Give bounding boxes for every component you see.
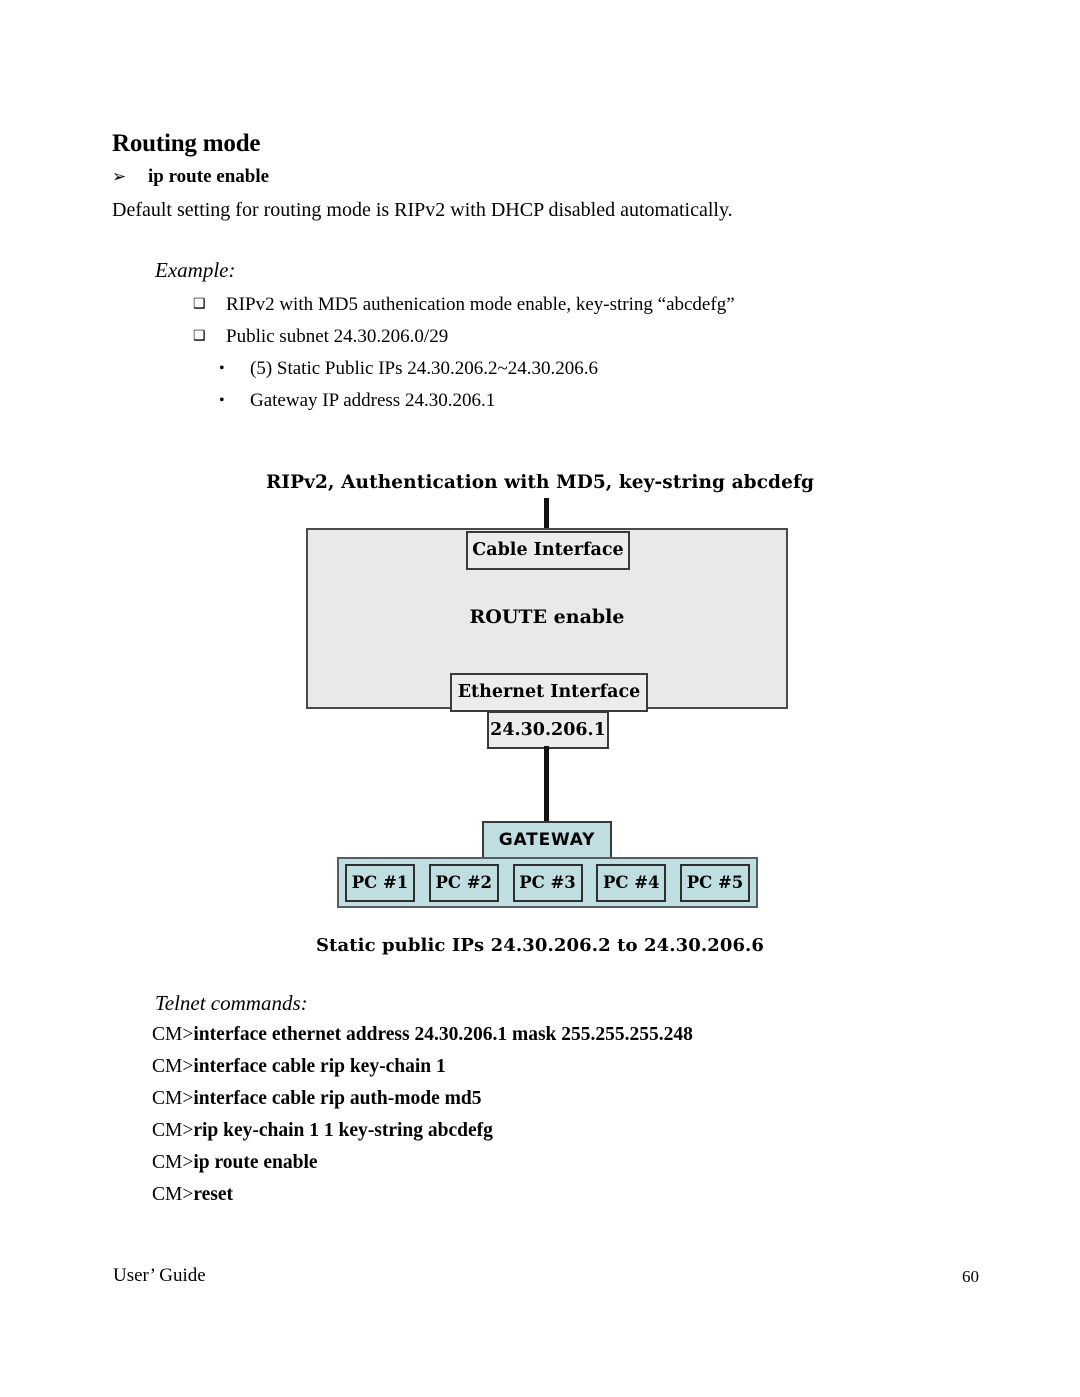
cable-connector-line — [544, 498, 549, 531]
square-bullet-icon: ❑ — [193, 329, 206, 344]
telnet-command-line: CM>ip route enable — [152, 1152, 318, 1174]
pc-box: PC #2 — [428, 863, 499, 902]
intro-paragraph: Default setting for routing mode is RIPv… — [112, 199, 733, 221]
telnet-prompt: CM> — [152, 1152, 194, 1173]
pc-box: PC #5 — [680, 863, 750, 902]
telnet-command-text: interface ethernet address 24.30.206.1 m… — [193, 1024, 693, 1045]
telnet-command-line: CM>rip key-chain 1 1 key-string abcdefg — [152, 1120, 493, 1142]
telnet-prompt: CM> — [152, 1088, 194, 1109]
page-title: Routing mode — [112, 130, 261, 157]
arrow-bullet-label: ip route enable — [148, 166, 270, 187]
arrow-bullet-item: ➢ ip route enable — [112, 166, 269, 188]
list-item: ❑ RIPv2 with MD5 authenication mode enabl… — [193, 294, 735, 316]
telnet-command-line: CM>interface cable rip key-chain 1 — [152, 1056, 446, 1078]
diagram-title: RIPv2, Authentication with MD5, key-stri… — [265, 472, 815, 493]
telnet-command-text: ip route enable — [193, 1152, 318, 1173]
arrow-bullet-icon: ➢ — [112, 167, 127, 186]
telnet-prompt: CM> — [152, 1024, 194, 1045]
telnet-command-text: reset — [193, 1184, 234, 1205]
route-enable-label: ROUTE enable — [469, 606, 625, 628]
cable-interface-box: Cable Interface — [466, 531, 630, 570]
list-item-text: (5) Static Public IPs 24.30.206.2~24.30.… — [250, 358, 599, 379]
list-item-text: Public subnet 24.30.206.0/29 — [226, 326, 449, 347]
telnet-prompt: CM> — [152, 1184, 194, 1205]
square-bullet-icon: ❑ — [193, 297, 206, 312]
pc-box: PC #4 — [596, 863, 667, 902]
list-item: • (5) Static Public IPs 24.30.206.2~24.30… — [219, 358, 598, 380]
footer-text: User’ Guide — [113, 1265, 206, 1286]
list-item: ❑ Public subnet 24.30.206.0/29 — [193, 326, 448, 348]
lan-connector-line — [544, 746, 549, 824]
telnet-command-text: interface cable rip key-chain 1 — [193, 1056, 446, 1077]
dot-bullet-icon: • — [219, 360, 225, 377]
list-item: • Gateway IP address 24.30.206.1 — [219, 390, 495, 412]
list-item-text: Gateway IP address 24.30.206.1 — [250, 390, 496, 411]
ethernet-interface-box: Ethernet Interface — [450, 673, 648, 712]
ethernet-ip-box: 24.30.206.1 — [487, 711, 609, 749]
telnet-command-text: interface cable rip auth-mode md5 — [193, 1088, 482, 1109]
telnet-command-line: CM>interface ethernet address 24.30.206.… — [152, 1024, 693, 1046]
pc-box: PC #1 — [345, 863, 415, 902]
example-label: Example: — [155, 258, 236, 282]
telnet-prompt: CM> — [152, 1056, 194, 1077]
telnet-command-text: rip key-chain 1 1 key-string abcdefg — [193, 1120, 493, 1141]
page-number: 60 — [962, 1267, 979, 1286]
diagram-caption: Static public IPs 24.30.206.2 to 24.30.2… — [315, 935, 765, 956]
gateway-box: GATEWAY — [482, 821, 612, 859]
lan-segment-bar: PC #1 PC #2 PC #3 PC #4 PC #5 — [337, 857, 758, 908]
list-item-text: RIPv2 with MD5 authenication mode enable… — [226, 294, 735, 315]
telnet-prompt: CM> — [152, 1120, 194, 1141]
pc-box: PC #3 — [512, 863, 583, 902]
telnet-command-line: CM>interface cable rip auth-mode md5 — [152, 1088, 481, 1110]
document-page: Routing mode ➢ ip route enable Default se… — [0, 0, 1080, 1397]
telnet-command-line: CM>reset — [152, 1184, 233, 1206]
dot-bullet-icon: • — [219, 392, 225, 409]
telnet-commands-label: Telnet commands: — [155, 991, 308, 1015]
